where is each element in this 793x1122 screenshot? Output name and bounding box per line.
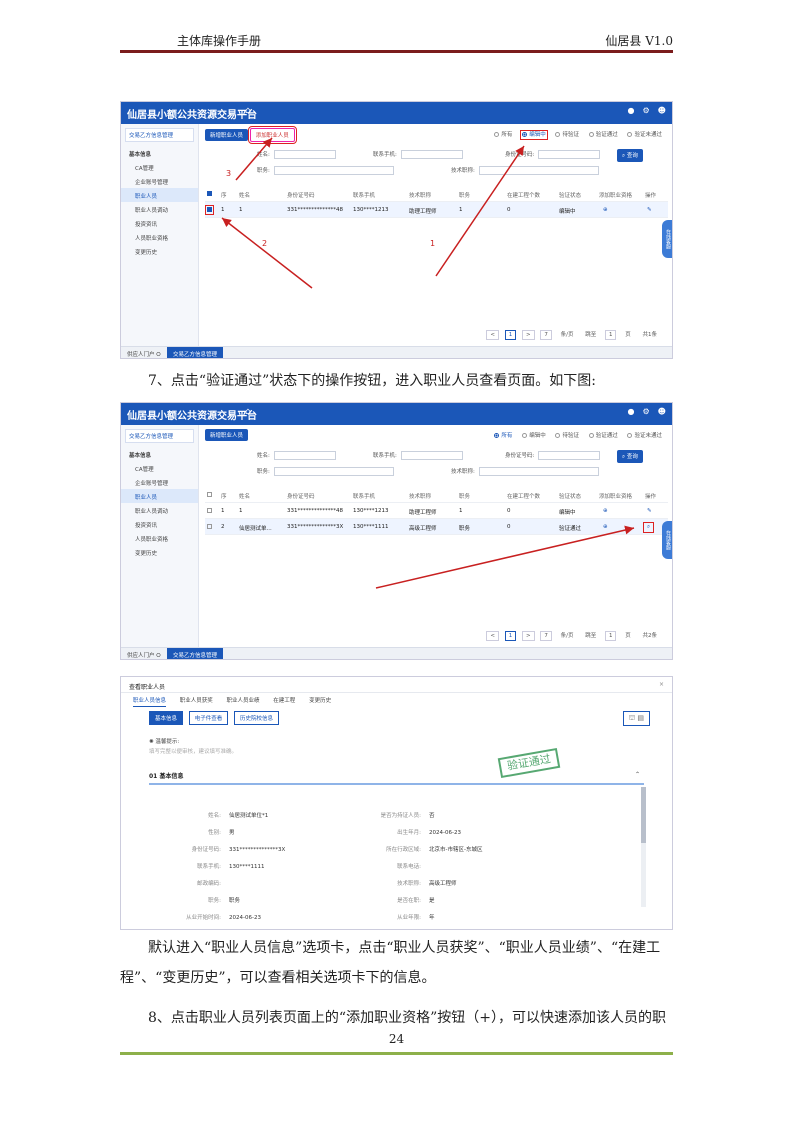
arrow-3 <box>235 137 273 181</box>
annot-label-3: 3 <box>226 169 231 178</box>
annot-label-1: 1 <box>430 239 435 248</box>
arrow-1 <box>435 145 525 277</box>
arrow-view <box>375 525 635 589</box>
footer-rule <box>120 1052 673 1055</box>
annot-label-2: 2 <box>262 239 267 248</box>
annotation-arrows: 2 1 3 <box>221 137 635 589</box>
page-number: 24 <box>388 1032 405 1046</box>
arrow-2 <box>221 217 313 289</box>
